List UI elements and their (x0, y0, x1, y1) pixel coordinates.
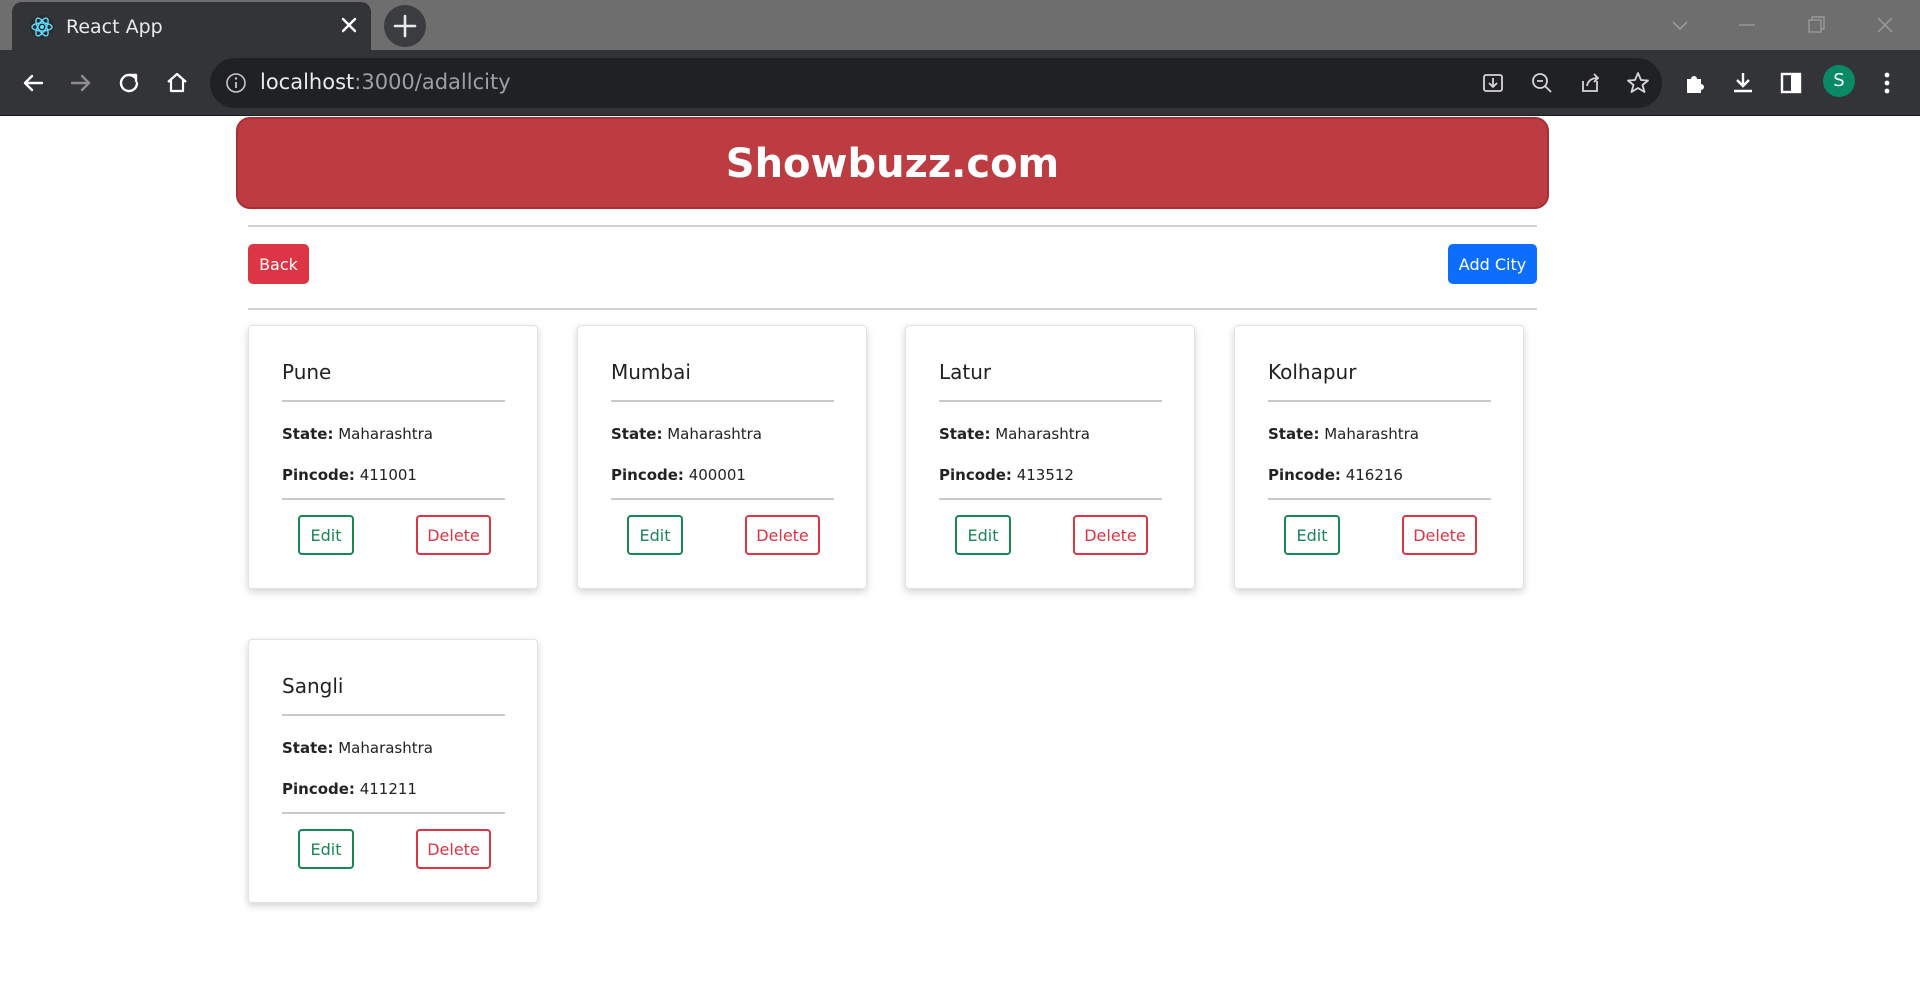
url-text[interactable]: localhost:3000/adallcity (260, 70, 511, 94)
state-row: State: Maharashtra (939, 425, 1090, 443)
card-divider (282, 812, 505, 814)
new-tab-button[interactable] (384, 5, 426, 47)
state-label: State: (282, 739, 334, 757)
card-divider (282, 498, 505, 500)
edit-button[interactable]: Edit (1284, 515, 1340, 555)
address-bar[interactable]: localhost:3000/adallcity (210, 58, 1662, 108)
card-divider (1268, 498, 1491, 500)
state-row: State: Maharashtra (611, 425, 762, 443)
edit-button[interactable]: Edit (298, 515, 354, 555)
forward-arrow-icon[interactable] (65, 67, 97, 99)
pincode-label: Pincode: (1268, 466, 1341, 484)
restore-icon[interactable] (1803, 12, 1829, 38)
pincode-row: Pincode: 413512 (939, 466, 1074, 484)
delete-button[interactable]: Delete (416, 515, 491, 555)
edit-button[interactable]: Edit (955, 515, 1011, 555)
site-banner: Showbuzz.com (236, 117, 1549, 209)
state-label: State: (1268, 425, 1320, 443)
card-divider (611, 400, 834, 402)
pincode-label: Pincode: (611, 466, 684, 484)
state-value: Maharashtra (995, 425, 1090, 443)
profile-avatar[interactable]: S (1823, 65, 1855, 97)
state-label: State: (939, 425, 991, 443)
card-divider (282, 714, 505, 716)
edit-button[interactable]: Edit (627, 515, 683, 555)
delete-button[interactable]: Delete (745, 515, 820, 555)
city-name: Latur (939, 360, 992, 384)
state-value: Maharashtra (338, 739, 433, 757)
side-panel-icon[interactable] (1775, 67, 1807, 99)
divider (248, 225, 1537, 227)
close-window-icon[interactable] (1872, 12, 1898, 38)
edit-button[interactable]: Edit (298, 829, 354, 869)
react-icon (30, 15, 54, 39)
minimize-icon[interactable] (1734, 12, 1760, 38)
browser-toolbar: localhost:3000/adallcity (0, 50, 1920, 116)
share-icon[interactable] (1574, 67, 1606, 99)
city-name: Sangli (282, 674, 344, 698)
page-content: Showbuzz.com Back Add City Pune State: M… (0, 116, 1920, 1006)
delete-button[interactable]: Delete (416, 829, 491, 869)
city-card: Kolhapur State: Maharashtra Pincode: 416… (1234, 325, 1524, 589)
install-app-icon[interactable] (1477, 67, 1509, 99)
kebab-menu-icon[interactable] (1871, 67, 1903, 99)
pincode-label: Pincode: (282, 780, 355, 798)
state-value: Maharashtra (338, 425, 433, 443)
city-name: Pune (282, 360, 332, 384)
city-card: Pune State: Maharashtra Pincode: 411001 … (248, 325, 538, 589)
close-tab-icon[interactable] (338, 14, 360, 36)
card-divider (1268, 400, 1491, 402)
card-divider (282, 400, 505, 402)
city-card: Mumbai State: Maharashtra Pincode: 40000… (577, 325, 867, 589)
state-label: State: (611, 425, 663, 443)
pincode-row: Pincode: 411211 (282, 780, 417, 798)
reload-icon[interactable] (113, 67, 145, 99)
add-city-button[interactable]: Add City (1448, 244, 1537, 284)
zoom-out-icon[interactable] (1526, 67, 1558, 99)
url-path: :3000/adallcity (354, 70, 511, 94)
pincode-value: 400001 (688, 466, 746, 484)
tab-title: React App (66, 16, 163, 38)
city-name: Kolhapur (1268, 360, 1357, 384)
pincode-label: Pincode: (282, 466, 355, 484)
tab-search-icon[interactable] (1667, 12, 1693, 38)
card-divider (939, 400, 1162, 402)
city-card: Latur State: Maharashtra Pincode: 413512… (905, 325, 1195, 589)
state-row: State: Maharashtra (282, 425, 433, 443)
delete-button[interactable]: Delete (1402, 515, 1477, 555)
browser-tab[interactable]: React App (12, 2, 371, 50)
plus-icon (393, 14, 417, 38)
pincode-value: 416216 (1345, 466, 1403, 484)
state-label: State: (282, 425, 334, 443)
site-title: Showbuzz.com (725, 141, 1060, 187)
pincode-row: Pincode: 411001 (282, 466, 417, 484)
back-button[interactable]: Back (248, 244, 309, 284)
state-row: State: Maharashtra (282, 739, 433, 757)
divider (248, 308, 1537, 310)
info-icon[interactable] (224, 71, 248, 95)
card-divider (939, 498, 1162, 500)
download-icon[interactable] (1727, 67, 1759, 99)
pincode-label: Pincode: (939, 466, 1012, 484)
state-value: Maharashtra (667, 425, 762, 443)
state-value: Maharashtra (1324, 425, 1419, 443)
bookmark-star-icon[interactable] (1622, 67, 1654, 99)
card-divider (611, 498, 834, 500)
browser-tab-bar: React App (0, 0, 1920, 50)
pincode-row: Pincode: 400001 (611, 466, 746, 484)
delete-button[interactable]: Delete (1073, 515, 1148, 555)
pincode-value: 413512 (1016, 466, 1074, 484)
home-icon[interactable] (161, 67, 193, 99)
pincode-value: 411211 (359, 780, 417, 798)
city-card: Sangli State: Maharashtra Pincode: 41121… (248, 639, 538, 903)
extensions-icon[interactable] (1679, 67, 1711, 99)
back-arrow-icon[interactable] (17, 67, 49, 99)
pincode-row: Pincode: 416216 (1268, 466, 1403, 484)
state-row: State: Maharashtra (1268, 425, 1419, 443)
url-host: localhost (260, 70, 355, 94)
pincode-value: 411001 (359, 466, 417, 484)
city-name: Mumbai (611, 360, 691, 384)
